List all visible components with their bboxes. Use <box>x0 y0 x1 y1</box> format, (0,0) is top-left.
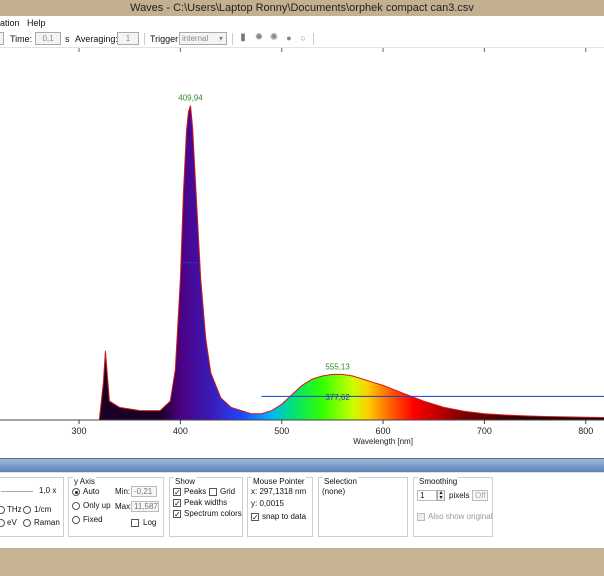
zoom-slider[interactable] <box>1 491 33 492</box>
spectrum-plot[interactable]: 300 400 500 600 700 800 Wavelength [nm] 409,94 5… <box>0 48 604 458</box>
window-title: Waves - C:\Users\Laptop Ronny\Documents\… <box>130 2 474 14</box>
snap-checkbox[interactable]: ✓ <box>251 513 259 522</box>
smoothing-title: Smoothing <box>418 477 459 486</box>
only-up-label: Only up <box>83 501 111 510</box>
time-unit-label: s <box>65 34 70 44</box>
spinner-arrows-icon[interactable]: ▴ ▾ <box>437 490 445 501</box>
zoom-value: 1,0 x <box>39 486 57 495</box>
averaging-label: Averaging: <box>75 34 118 44</box>
y-axis-group: y Axis Auto Only up Fixed Min: -0,21 Max… <box>68 477 164 537</box>
radio-auto[interactable] <box>72 488 80 496</box>
control-panel: 1,0 x THz 1/cm eV Raman y Axis Auto Only… <box>0 472 604 548</box>
mouse-y-readout: y: 0,0015 <box>251 499 284 508</box>
thz-label: THz <box>7 505 22 514</box>
min-field[interactable]: -0,21 <box>131 486 157 497</box>
snap-label: snap to data <box>262 512 307 521</box>
save-icon[interactable]: ▮ <box>237 32 249 44</box>
toolbar-separator <box>144 33 145 45</box>
radio-only-up[interactable] <box>72 502 80 510</box>
panel-splitter[interactable] <box>0 458 604 472</box>
menu-item-help[interactable]: Help <box>27 16 46 30</box>
radio-nm[interactable] <box>0 506 5 514</box>
ev-label: eV <box>7 518 17 527</box>
smoothing-group: Smoothing 1 ▴ ▾ pixels Off Also show orig… <box>413 477 493 537</box>
selection-title: Selection <box>323 477 358 486</box>
x-axis-label: Wavelength [nm] <box>353 437 413 446</box>
x-tick-label-800: 800 <box>578 426 593 436</box>
stop-icon[interactable]: ○ <box>297 32 309 44</box>
sun-icon[interactable]: ✹ <box>253 32 265 44</box>
max-label: Max: <box>115 502 133 511</box>
selection-group: Selection (none) <box>318 477 408 537</box>
peak-label-1: 555,13 <box>325 362 350 371</box>
window-bottom-frame <box>0 548 604 576</box>
pixels-label: pixels <box>449 491 470 500</box>
radio-fixed[interactable] <box>72 516 80 524</box>
trigger-select[interactable]: internal ▾ <box>179 32 227 45</box>
x-tick-label-300: 300 <box>72 426 87 436</box>
x-tick-label-400: 400 <box>173 426 188 436</box>
x-tick-label-500: 500 <box>274 426 289 436</box>
x-tick-label-600: 600 <box>376 426 391 436</box>
spectrum-colors-label: Spectrum colors <box>184 509 242 518</box>
menu-bar: ation Help <box>0 16 604 30</box>
peak-label-0: 409,94 <box>178 94 203 103</box>
smoothing-pixels-input[interactable]: 1 <box>417 490 437 501</box>
toolbar-separator <box>313 33 314 45</box>
trigger-select-value: internal <box>182 34 209 43</box>
selection-value: (none) <box>322 487 346 496</box>
title-bar: Waves - C:\Users\Laptop Ronny\Documents\… <box>0 0 604 16</box>
also-show-original-label: Also show original <box>428 512 493 521</box>
log-checkbox[interactable] <box>131 519 139 527</box>
averaging-input[interactable]: 1 <box>117 32 139 45</box>
y-axis-title: y Axis <box>73 477 96 486</box>
sun-outline-icon[interactable]: ✺ <box>268 32 280 44</box>
mouse-pointer-title: Mouse Pointer <box>252 477 306 486</box>
radio-ev[interactable] <box>0 519 5 527</box>
x-tick-label-700: 700 <box>477 426 492 436</box>
smoothing-off-button[interactable]: Off <box>472 490 488 501</box>
mouse-x-readout: x: 297,1318 nm <box>251 487 307 496</box>
peak-widths-label: Peak widths <box>184 498 228 507</box>
peaks-label: Peaks <box>184 487 207 496</box>
toolbar-separator <box>232 33 233 45</box>
cm-label: 1/cm <box>34 505 52 514</box>
spectrum-colors-checkbox[interactable]: ✓ <box>173 510 181 519</box>
peak-widths-checkbox[interactable]: ✓ <box>173 499 181 508</box>
trigger-label: Trigger: <box>150 34 181 44</box>
radio-cm[interactable] <box>23 506 31 514</box>
peak-width-label-0: 377,62 <box>325 393 350 402</box>
time-input[interactable]: 0,1 <box>35 32 61 45</box>
spectrum-line <box>0 105 604 421</box>
chevron-down-icon: ▾ <box>218 34 223 43</box>
menu-item-acquisition[interactable]: ation <box>0 16 20 30</box>
spectrum-chart[interactable]: 300 400 500 600 700 800 Wavelength [nm] 409,94 5… <box>0 48 604 458</box>
grid-label: Grid <box>220 487 236 496</box>
spectrum-area <box>0 105 604 420</box>
log-label: Log <box>143 518 157 527</box>
grid-checkbox[interactable] <box>209 488 217 496</box>
mouse-pointer-group: Mouse Pointer x: 297,1318 nm y: 0,0015 ✓… <box>247 477 313 537</box>
toolbar-dropdown-partial[interactable] <box>0 32 4 45</box>
time-label: Time: <box>10 34 33 44</box>
fixed-label: Fixed <box>83 515 103 524</box>
raman-label: Raman <box>34 518 60 527</box>
toolbar: Time: 0,1 s Averaging: 1 Trigger: intern… <box>0 30 604 48</box>
record-icon[interactable]: ● <box>283 32 295 44</box>
also-show-original-checkbox[interactable] <box>417 513 425 521</box>
max-field[interactable]: 11,587 <box>131 501 159 512</box>
show-title: Show <box>174 477 197 486</box>
auto-label: Auto <box>83 487 100 496</box>
units-group: 1,0 x THz 1/cm eV Raman <box>0 477 64 537</box>
min-label: Min: <box>115 487 131 496</box>
peaks-checkbox[interactable]: ✓ <box>173 488 181 497</box>
show-group: Show ✓ Peaks Grid ✓ Peak widths ✓ Spectr… <box>169 477 243 537</box>
radio-raman[interactable] <box>23 519 31 527</box>
